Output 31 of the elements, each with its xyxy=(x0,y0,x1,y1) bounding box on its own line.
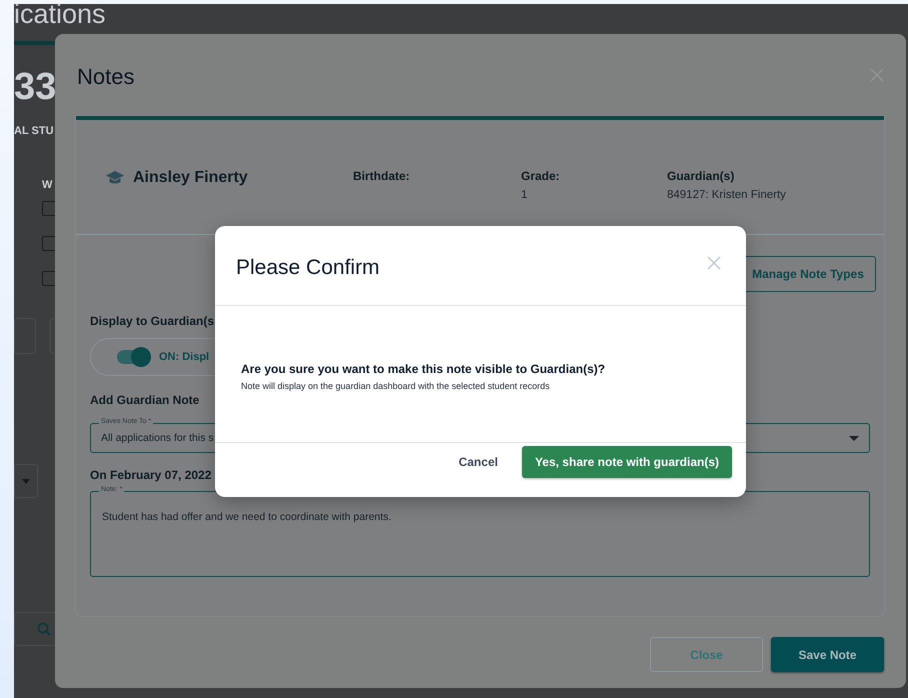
student-name: Ainsley Finerty xyxy=(133,169,248,187)
dialog-title: Please Confirm xyxy=(236,256,380,280)
stat-value: 33 xyxy=(14,67,56,107)
save-note-button[interactable]: Save Note xyxy=(771,637,884,672)
close-icon xyxy=(707,256,721,270)
field-value: 849127: Kristen Finerty xyxy=(667,189,787,201)
toggle-switch[interactable] xyxy=(117,350,151,364)
filter-label: W xyxy=(42,179,52,191)
confirm-detail: Note will display on the guardian dashboard with the selected student records xyxy=(241,380,551,390)
page-title: ications xyxy=(14,0,106,28)
search-icon xyxy=(37,622,51,636)
section-label: Display to Guardian(s xyxy=(90,314,214,328)
dialog-title: Notes xyxy=(77,64,134,90)
dropdown-field[interactable] xyxy=(14,464,38,498)
close-button[interactable] xyxy=(707,256,721,270)
note-date: On February 07, 2022 xyxy=(90,468,212,482)
section-heading: Add Guardian Note xyxy=(90,393,200,407)
caret-icon xyxy=(22,478,30,484)
field-label: Grade: xyxy=(521,169,561,183)
caret-icon xyxy=(849,436,859,440)
field-value: 1 xyxy=(521,189,528,201)
tab-indicator xyxy=(14,41,55,45)
stat-label: AL STU xyxy=(14,125,54,137)
toggle-label: ON: Displ xyxy=(159,351,210,363)
confirm-button[interactable]: Yes, share note with guardian(s) xyxy=(522,446,732,478)
graduation-cap-icon xyxy=(106,171,124,185)
confirm-question: Are you sure you want to make this note visible to Guardian(s)? xyxy=(241,362,606,376)
field-label: Birthdate: xyxy=(353,169,411,183)
cancel-button[interactable]: Cancel xyxy=(458,455,498,469)
input-field[interactable] xyxy=(14,318,36,354)
field-label: Guardian(s) xyxy=(667,169,736,183)
